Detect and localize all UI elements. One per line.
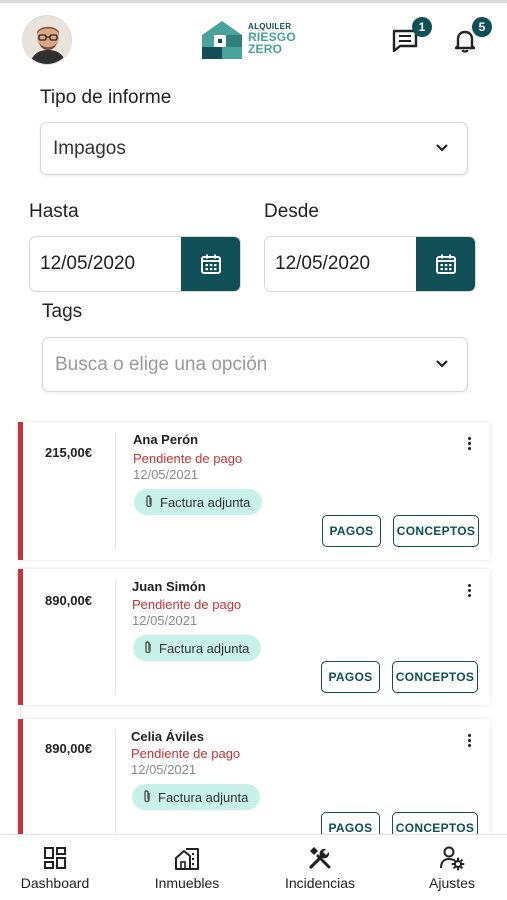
card-divider bbox=[115, 729, 116, 839]
attachment-chip[interactable]: Factura adjunta bbox=[134, 489, 263, 515]
hasta-label: Hasta bbox=[29, 201, 79, 222]
invoice-card[interactable]: 215,00€ Ana Perón Pendiente de pago 12/0… bbox=[18, 422, 490, 560]
paperclip-icon bbox=[144, 790, 150, 803]
paperclip-icon bbox=[146, 495, 152, 508]
messages-badge: 1 bbox=[412, 17, 432, 37]
card-divider bbox=[115, 579, 116, 695]
card-status: Pendiente de pago bbox=[131, 746, 241, 761]
calendar-icon bbox=[436, 254, 456, 274]
desde-date-field[interactable]: 12/05/2020 bbox=[264, 236, 476, 292]
user-avatar[interactable] bbox=[22, 15, 72, 65]
calendar-icon bbox=[201, 254, 221, 274]
card-status: Pendiente de pago bbox=[133, 451, 243, 466]
attachment-chip-label: Factura adjunta bbox=[160, 494, 251, 510]
attachment-chip[interactable]: Factura adjunta bbox=[133, 635, 262, 661]
notifications-button[interactable]: 5 bbox=[450, 17, 492, 59]
card-date: 12/05/2021 bbox=[133, 467, 199, 482]
chevron-down-icon bbox=[436, 359, 448, 368]
report-type-label: Tipo de informe bbox=[40, 87, 172, 108]
card-amount: 890,00€ bbox=[45, 593, 92, 608]
report-type-select[interactable]: Impagos bbox=[40, 122, 468, 175]
nav-ajustes-label: Ajustes bbox=[429, 875, 475, 891]
nav-inmuebles-label: Inmuebles bbox=[154, 875, 220, 891]
hasta-date-value: 12/05/2020 bbox=[40, 253, 136, 274]
card-tenant-name: Ana Perón bbox=[133, 432, 199, 447]
pagos-button[interactable]: PAGOS bbox=[321, 661, 380, 693]
conceptos-button[interactable]: CONCEPTOS bbox=[393, 515, 479, 547]
card-divider bbox=[115, 432, 116, 550]
attachment-chip-label: Factura adjunta bbox=[159, 640, 250, 656]
attachment-chip-label: Factura adjunta bbox=[158, 789, 249, 805]
invoice-card[interactable]: 890,00€ Juan Simón Pendiente de pago 12/… bbox=[18, 569, 490, 705]
card-date: 12/05/2021 bbox=[131, 762, 197, 777]
desde-date-value: 12/05/2020 bbox=[275, 253, 371, 274]
bottom-navigation: Dashboard Inmuebles Incidencias Ajustes bbox=[0, 834, 507, 900]
paperclip-icon bbox=[145, 641, 151, 654]
card-date: 12/05/2021 bbox=[132, 613, 198, 628]
nav-inmuebles[interactable]: Inmuebles bbox=[132, 845, 242, 891]
nav-dashboard[interactable]: Dashboard bbox=[0, 845, 110, 891]
nav-incidencias[interactable]: Incidencias bbox=[265, 845, 375, 891]
card-more-menu-icon[interactable] bbox=[468, 734, 472, 748]
messages-button[interactable]: 1 bbox=[390, 17, 432, 59]
house-logo-icon bbox=[202, 21, 242, 59]
chevron-down-icon bbox=[436, 143, 448, 152]
card-tenant-name: Celia Áviles bbox=[131, 729, 204, 744]
user-settings-icon bbox=[440, 846, 465, 871]
attachment-chip[interactable]: Factura adjunta bbox=[132, 784, 261, 810]
brand-logo: ALQUILER RIESGO ZERO bbox=[200, 15, 310, 63]
building-icon bbox=[175, 848, 199, 870]
conceptos-button[interactable]: CONCEPTOS bbox=[392, 661, 478, 693]
nav-incidencias-label: Incidencias bbox=[284, 875, 356, 891]
tools-icon bbox=[309, 847, 331, 869]
card-more-menu-icon[interactable] bbox=[468, 437, 472, 451]
notifications-badge: 5 bbox=[472, 17, 492, 37]
desde-calendar-button[interactable] bbox=[416, 237, 475, 291]
card-tenant-name: Juan Simón bbox=[132, 579, 206, 594]
dashboard-icon bbox=[44, 847, 66, 869]
report-type-value: Impagos bbox=[53, 137, 126, 159]
avatar-image bbox=[23, 16, 71, 64]
tags-placeholder: Busca o elige una opción bbox=[55, 353, 268, 375]
card-amount: 215,00€ bbox=[45, 445, 92, 460]
app-header: ALQUILER RIESGO ZERO 1 5 bbox=[0, 3, 507, 75]
logo-line3: ZERO bbox=[248, 42, 283, 56]
invoice-card[interactable]: 890,00€ Celia Áviles Pendiente de pago 1… bbox=[18, 719, 490, 849]
nav-dashboard-label: Dashboard bbox=[20, 875, 90, 891]
card-amount: 890,00€ bbox=[45, 741, 92, 756]
card-status: Pendiente de pago bbox=[132, 597, 242, 612]
tags-label: Tags bbox=[42, 301, 83, 322]
pagos-button[interactable]: PAGOS bbox=[322, 515, 381, 547]
desde-label: Desde bbox=[264, 201, 319, 222]
hasta-date-field[interactable]: 12/05/2020 bbox=[29, 236, 241, 292]
hasta-calendar-button[interactable] bbox=[181, 237, 240, 291]
nav-ajustes[interactable]: Ajustes bbox=[397, 845, 507, 891]
card-more-menu-icon[interactable] bbox=[468, 584, 472, 598]
tags-select[interactable]: Busca o elige una opción bbox=[42, 337, 468, 392]
